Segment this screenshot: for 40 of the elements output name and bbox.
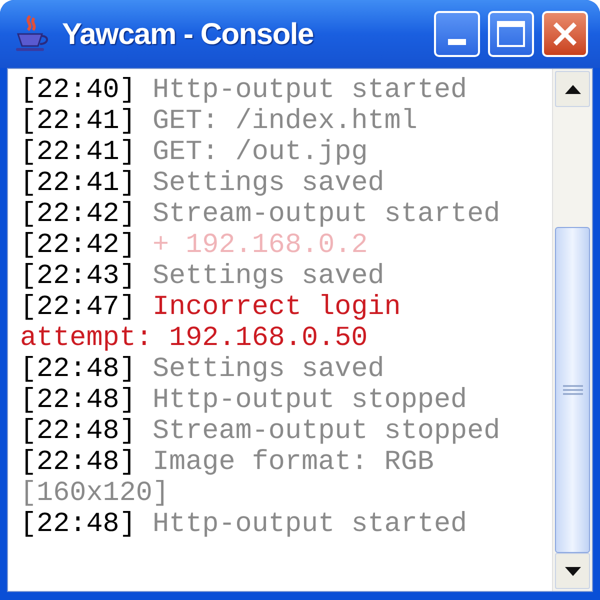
log-timestamp: [22:48]	[20, 385, 136, 416]
close-button[interactable]	[542, 11, 588, 57]
window-title: Yawcam - Console	[62, 16, 314, 52]
grip-icon	[562, 385, 582, 395]
log-message: Settings saved	[152, 354, 384, 385]
log-message-continuation: [160x120]	[20, 478, 170, 509]
log-timestamp: [22:48]	[20, 354, 136, 385]
log-message: Stream-output stopped	[152, 416, 500, 447]
log-timestamp: [22:41]	[20, 137, 136, 168]
log-message: Http-output started	[152, 75, 468, 106]
log-timestamp: [22:47]	[20, 292, 136, 323]
log-timestamp: [22:48]	[20, 416, 136, 447]
log-message: Settings saved	[152, 168, 384, 199]
log-timestamp: [22:41]	[20, 106, 136, 137]
down-arrow-icon	[564, 566, 580, 576]
maximize-button[interactable]	[488, 11, 534, 57]
log-message: Incorrect login	[152, 292, 401, 323]
minimize-button[interactable]	[434, 11, 480, 57]
log-timestamp: [22:42]	[20, 230, 136, 261]
log-message: + 192.168.0.2	[152, 230, 368, 261]
log-message: GET: /index.html	[152, 106, 418, 137]
close-icon	[552, 21, 578, 47]
log-timestamp: [22:48]	[20, 447, 136, 478]
log-message: Http-output stopped	[152, 385, 468, 416]
scrollbar[interactable]	[552, 69, 592, 591]
log-timestamp: [22:42]	[20, 199, 136, 230]
scroll-thumb[interactable]	[555, 227, 590, 553]
log-message: Image format: RGB	[152, 447, 434, 478]
log-message-continuation: attempt: 192.168.0.50	[20, 323, 368, 354]
scroll-up-button[interactable]	[555, 71, 590, 107]
scroll-down-button[interactable]	[555, 553, 590, 589]
log-timestamp: [22:48]	[20, 509, 136, 540]
log-timestamp: [22:43]	[20, 261, 136, 292]
log-timestamp: [22:41]	[20, 168, 136, 199]
up-arrow-icon	[564, 84, 580, 94]
log-message: Settings saved	[152, 261, 384, 292]
log-message: Stream-output started	[152, 199, 500, 230]
log-message: Http-output started	[152, 509, 468, 540]
log-timestamp: [22:40]	[20, 75, 136, 106]
log-message: GET: /out.jpg	[152, 137, 368, 168]
